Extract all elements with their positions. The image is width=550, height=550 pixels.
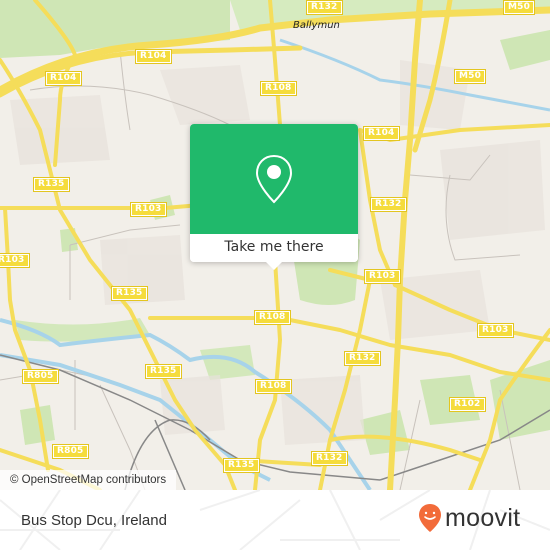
- moovit-wordmark: moovit: [445, 504, 521, 532]
- road-label: R103: [477, 323, 514, 338]
- road-label: R135: [223, 458, 260, 473]
- moovit-pin-icon: [419, 504, 441, 532]
- take-me-there-button[interactable]: Take me there: [190, 234, 358, 262]
- stop-title: Bus Stop Dcu, Ireland: [21, 512, 167, 529]
- road-label: R104: [363, 126, 400, 141]
- road-label: R103: [364, 269, 401, 284]
- road-label: R103: [130, 202, 167, 217]
- place-label-ballymun: Ballymun: [293, 20, 340, 31]
- road-label: R104: [45, 71, 82, 86]
- map-pin-icon: [255, 154, 293, 204]
- road-label: R135: [33, 177, 70, 192]
- road-label: R135: [145, 364, 182, 379]
- road-label: R132: [311, 451, 348, 466]
- road-label: R132: [370, 197, 407, 212]
- road-label: M50: [502, 0, 536, 15]
- road-label: R132: [344, 351, 381, 366]
- road-label: R102: [449, 397, 486, 412]
- popup-pointer: [266, 262, 282, 270]
- road-label: R103: [0, 253, 30, 268]
- road-label: R108: [255, 379, 292, 394]
- moovit-logo[interactable]: moovit: [418, 503, 520, 533]
- road-label: M50: [453, 69, 487, 84]
- road-label: R135: [111, 286, 148, 301]
- popup-header: [190, 124, 358, 234]
- location-popup: Take me there: [190, 124, 358, 270]
- osm-attribution[interactable]: © OpenStreetMap contributors: [0, 470, 177, 490]
- footer-bar: Bus Stop Dcu, Ireland moovit: [0, 490, 550, 550]
- road-label: R104: [135, 49, 172, 64]
- road-label: R805: [22, 369, 59, 384]
- road-label: R132: [306, 0, 343, 15]
- road-label: R108: [260, 81, 297, 96]
- road-label: R805: [52, 444, 89, 459]
- map-view[interactable]: Ballymun R132 M50 M50 R104 R104 R108 R10…: [0, 0, 550, 490]
- road-label: R108: [254, 310, 291, 325]
